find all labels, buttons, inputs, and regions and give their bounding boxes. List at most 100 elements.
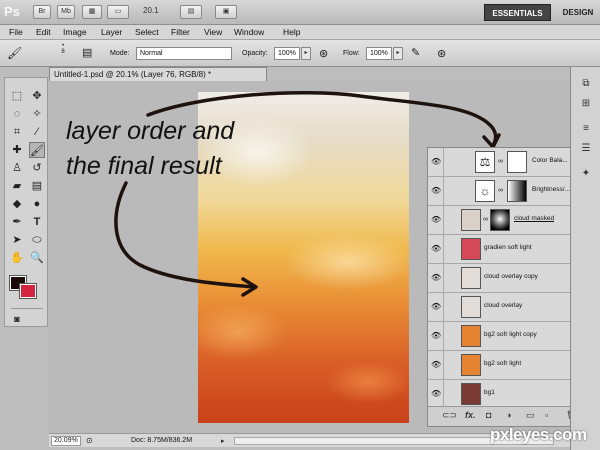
menu-window[interactable]: Window bbox=[234, 27, 264, 37]
arrange-documents-button[interactable]: ▤ bbox=[180, 5, 202, 19]
workspace-essentials-button[interactable]: ESSENTIALS bbox=[484, 4, 551, 21]
history-brush-tool-icon[interactable]: ↺ bbox=[29, 160, 45, 176]
adjustment-layer-icon[interactable]: ◑ bbox=[506, 410, 511, 420]
pressure-size-icon[interactable]: ⊛ bbox=[437, 47, 446, 60]
move-tool-icon[interactable]: ✥ bbox=[29, 88, 45, 104]
layer-mask-thumbnail[interactable] bbox=[507, 180, 527, 202]
history-panel-icon[interactable]: ⧉ bbox=[578, 77, 594, 91]
zoom-level-input[interactable]: 20.09% bbox=[51, 436, 81, 446]
airbrush-icon[interactable]: ✎ bbox=[411, 46, 420, 59]
clone-stamp-tool-icon[interactable]: ♙ bbox=[9, 160, 25, 176]
color-balance-icon[interactable]: ⚖ bbox=[475, 151, 495, 173]
flow-input[interactable]: 100% bbox=[366, 47, 392, 60]
layer-visibility-eye-icon[interactable]: 👁 bbox=[431, 244, 441, 254]
layer-thumbnail[interactable] bbox=[461, 354, 481, 376]
new-layer-icon[interactable]: ▫ bbox=[545, 410, 548, 420]
pressure-opacity-icon[interactable]: ⊛ bbox=[319, 47, 328, 60]
pen-tool-icon[interactable]: ✒ bbox=[9, 214, 25, 230]
layer-row[interactable]: 👁 bg2 sofr light bbox=[428, 351, 586, 380]
blur-tool-icon[interactable]: ◆ bbox=[9, 196, 25, 212]
layer-thumbnail[interactable] bbox=[461, 238, 481, 260]
brush-tool-selected-icon[interactable]: 🖌 bbox=[29, 142, 45, 158]
layer-thumbnail[interactable] bbox=[461, 267, 481, 289]
zoom-select[interactable]: 20.1 bbox=[143, 6, 159, 15]
document-tab[interactable]: Untitled-1.psd @ 20.1% (Layer 76, RGB/8)… bbox=[49, 67, 267, 81]
layer-row[interactable]: 👁 bg2 sofr light copy bbox=[428, 322, 586, 351]
crop-tool-icon[interactable]: ⌗ bbox=[9, 124, 25, 140]
layer-visibility-eye-icon[interactable]: 👁 bbox=[431, 331, 441, 341]
layer-row[interactable]: 👁 gradien soft light bbox=[428, 235, 586, 264]
menu-select[interactable]: Select bbox=[135, 27, 159, 37]
brush-panel-icon[interactable]: ▤ bbox=[82, 46, 92, 59]
layer-visibility-eye-icon[interactable]: 👁 bbox=[431, 186, 441, 196]
menu-edit[interactable]: Edit bbox=[36, 27, 51, 37]
path-select-tool-icon[interactable]: ➤ bbox=[9, 232, 25, 248]
mask-link-icon[interactable]: ∞ bbox=[498, 187, 503, 194]
mode-select[interactable]: Normal bbox=[136, 47, 232, 60]
eyedropper-tool-icon[interactable]: ⁄ bbox=[29, 124, 45, 140]
opacity-input[interactable]: 100% bbox=[274, 47, 300, 60]
bridge-button[interactable]: Br bbox=[33, 5, 51, 19]
menu-file[interactable]: File bbox=[9, 27, 23, 37]
mini-bridge-button[interactable]: Mb bbox=[57, 5, 75, 19]
menu-view[interactable]: View bbox=[204, 27, 222, 37]
adjustments-panel-icon[interactable]: ≡ bbox=[578, 122, 594, 136]
brightness-contrast-icon[interactable]: ☼ bbox=[475, 180, 495, 202]
screen-mode-button[interactable]: ▣ bbox=[215, 5, 237, 19]
add-mask-icon[interactable]: ◘ bbox=[486, 410, 491, 420]
layer-thumbnail[interactable] bbox=[461, 325, 481, 347]
opacity-arrow-icon[interactable]: ▸ bbox=[301, 47, 311, 60]
layer-mask-thumbnail[interactable] bbox=[490, 209, 510, 231]
site-watermark: pxleyes.com bbox=[490, 425, 587, 444]
layer-row[interactable]: 👁 ⚖ ∞ Color Bala... bbox=[428, 148, 586, 177]
actions-panel-icon[interactable]: ⊞ bbox=[578, 97, 594, 111]
layer-thumbnail[interactable] bbox=[461, 296, 481, 318]
layer-visibility-eye-icon[interactable]: 👁 bbox=[431, 389, 441, 399]
shape-tool-icon[interactable]: ⬭ bbox=[29, 232, 45, 248]
mask-link-icon[interactable]: ∞ bbox=[498, 158, 503, 165]
quick-select-tool-icon[interactable]: ✧ bbox=[29, 106, 45, 122]
link-layers-icon[interactable]: ⊂⊃ bbox=[442, 410, 457, 421]
layer-visibility-eye-icon[interactable]: 👁 bbox=[431, 302, 441, 312]
dodge-tool-icon[interactable]: ● bbox=[29, 196, 45, 212]
hand-tool-icon[interactable]: ✋ bbox=[9, 250, 25, 266]
layer-thumbnail[interactable] bbox=[461, 209, 481, 231]
menu-layer[interactable]: Layer bbox=[101, 27, 122, 37]
menu-filter[interactable]: Filter bbox=[171, 27, 190, 37]
view-extras-button[interactable]: ▦ bbox=[82, 5, 102, 19]
workspace-design-button[interactable]: DESIGN bbox=[558, 4, 598, 21]
type-tool-icon[interactable]: T bbox=[29, 214, 45, 230]
layer-mask-thumbnail[interactable] bbox=[507, 151, 527, 173]
eraser-tool-icon[interactable]: ▰ bbox=[9, 178, 25, 194]
brush-tool-icon[interactable]: 🖌 bbox=[7, 46, 22, 60]
masks-panel-icon[interactable]: ☰ bbox=[578, 142, 594, 156]
layer-row[interactable]: 👁 ☼ ∞ Brightness/... bbox=[428, 177, 586, 206]
healing-brush-tool-icon[interactable]: ✚ bbox=[9, 142, 25, 158]
lasso-tool-icon[interactable]: ◌ bbox=[9, 106, 25, 122]
gradient-tool-icon[interactable]: ▤ bbox=[29, 178, 45, 194]
flow-arrow-icon[interactable]: ▸ bbox=[393, 47, 403, 60]
layer-style-icon[interactable]: fx. bbox=[465, 410, 476, 420]
layer-row[interactable]: 👁 bg1 bbox=[428, 380, 586, 406]
hand-zoom-button[interactable]: ▭ bbox=[107, 5, 129, 19]
brush-panel-icon[interactable]: ✦ bbox=[578, 167, 594, 181]
background-color-swatch[interactable] bbox=[19, 283, 37, 299]
layer-visibility-eye-icon[interactable]: 👁 bbox=[431, 273, 441, 283]
brush-preset-picker[interactable]: • 8 bbox=[58, 43, 68, 55]
mask-link-icon[interactable]: ∞ bbox=[483, 216, 488, 223]
layer-thumbnail[interactable] bbox=[461, 383, 481, 405]
layer-row[interactable]: 👁 cloud overlay bbox=[428, 293, 586, 322]
quick-mask-icon[interactable]: ◙ bbox=[9, 311, 25, 327]
new-group-icon[interactable]: ▭ bbox=[526, 410, 535, 421]
status-info-icon[interactable]: ⊙ bbox=[86, 436, 93, 445]
layer-visibility-eye-icon[interactable]: 👁 bbox=[431, 360, 441, 370]
layer-visibility-eye-icon[interactable]: 👁 bbox=[431, 215, 441, 225]
layer-visibility-eye-icon[interactable]: 👁 bbox=[431, 157, 441, 167]
zoom-tool-icon[interactable]: 🔍 bbox=[29, 250, 45, 266]
layer-row[interactable]: 👁 ∞ cloud masked bbox=[428, 206, 586, 235]
menu-image[interactable]: Image bbox=[63, 27, 87, 37]
menu-help[interactable]: Help bbox=[283, 27, 300, 37]
status-menu-arrow-icon[interactable]: ▸ bbox=[221, 437, 225, 445]
marquee-tool-icon[interactable]: ⬚ bbox=[9, 88, 25, 104]
layer-row[interactable]: 👁 cloud overlay copy bbox=[428, 264, 586, 293]
